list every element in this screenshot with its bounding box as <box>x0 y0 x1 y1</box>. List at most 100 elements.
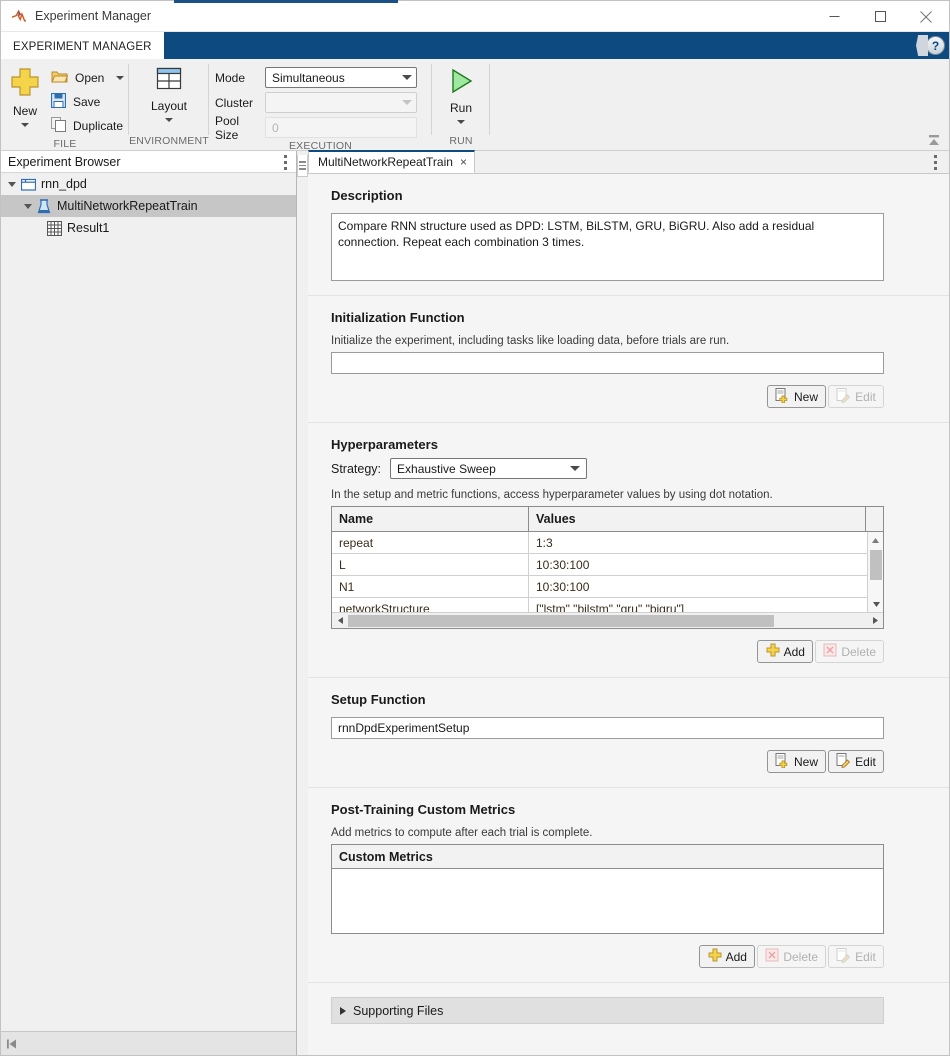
matlab-icon <box>11 8 27 24</box>
minimize-button[interactable] <box>811 1 857 32</box>
experiment-flask-icon <box>35 199 53 214</box>
new-button[interactable]: New <box>1 64 49 127</box>
window-controls <box>811 1 949 32</box>
maximize-button[interactable] <box>857 1 903 32</box>
ribbon-group-run-label: RUN <box>432 135 490 151</box>
cell-name[interactable]: networkStructure <box>332 598 529 612</box>
description-textarea[interactable]: Compare RNN structure used as DPD: LSTM,… <box>331 213 884 281</box>
tab-multinetworkrepeattrain[interactable]: MultiNetworkRepeatTrain × <box>308 150 475 173</box>
column-header-values[interactable]: Values <box>529 507 866 531</box>
panel-splitter[interactable] <box>297 151 308 1055</box>
table-row[interactable]: N1 10:30:100 <box>332 576 883 598</box>
initialization-new-button[interactable]: New <box>767 385 826 408</box>
table-row[interactable]: networkStructure ["lstm" "bilstm" "gru" … <box>332 598 883 612</box>
table-row[interactable]: repeat 1:3 <box>332 532 883 554</box>
cell-values[interactable]: 10:30:100 <box>529 554 883 575</box>
setup-new-button[interactable]: New <box>767 750 826 773</box>
tree-node-multinetworkrepeattrain[interactable]: MultiNetworkRepeatTrain <box>1 195 296 217</box>
results-table-icon <box>45 221 63 236</box>
scroll-up-arrow-icon[interactable] <box>868 532 883 548</box>
scroll-down-arrow-icon[interactable] <box>868 596 883 612</box>
open-dropdown-caret-icon[interactable] <box>116 76 124 80</box>
help-button[interactable]: ? <box>907 35 945 56</box>
hyperparameters-delete-button[interactable]: Delete <box>815 640 884 663</box>
supporting-files-accordion[interactable]: Supporting Files <box>331 997 884 1024</box>
expand-collapse-triangle-icon[interactable] <box>21 204 35 209</box>
open-button-label: Open <box>75 71 104 85</box>
close-button[interactable] <box>903 1 949 32</box>
cell-values[interactable]: 10:30:100 <box>529 576 883 597</box>
plus-icon <box>766 643 780 660</box>
cell-name[interactable]: N1 <box>332 576 529 597</box>
horizontal-scroll-thumb[interactable] <box>348 615 774 627</box>
window-title: Experiment Manager <box>35 9 151 23</box>
tree-node-rnn-dpd[interactable]: rnn_dpd <box>1 173 296 195</box>
layout-button[interactable]: Layout <box>151 64 187 122</box>
strategy-dropdown[interactable]: Exhaustive Sweep <box>390 458 587 479</box>
section-setup-function: Setup Function rnnDpdExperimentSetup <box>308 678 949 788</box>
layout-dropdown-caret-icon[interactable] <box>165 118 173 122</box>
expand-triangle-icon <box>340 1007 346 1015</box>
cell-name[interactable]: L <box>332 554 529 575</box>
column-header-spacer <box>866 507 883 531</box>
browser-options-kebab-icon[interactable] <box>283 155 287 170</box>
scroll-left-arrow-icon[interactable] <box>332 616 348 625</box>
description-title: Description <box>331 188 926 203</box>
horizontal-scroll-track[interactable] <box>348 614 867 628</box>
initialization-edit-button[interactable]: Edit <box>828 385 884 408</box>
main-area: Experiment Browser rnn_dpd <box>1 151 949 1055</box>
splitter-grip-icon[interactable] <box>297 155 308 177</box>
hyperparameters-add-label: Add <box>784 645 805 659</box>
section-description: Description Compare RNN structure used a… <box>308 174 949 296</box>
new-dropdown-caret-icon[interactable] <box>21 123 29 127</box>
experiment-browser-header: Experiment Browser <box>1 151 296 173</box>
pool-size-input[interactable]: 0 <box>265 117 417 138</box>
collapse-panel-icon[interactable] <box>1 1033 23 1055</box>
tree-node-result1[interactable]: Result1 <box>1 217 296 239</box>
cluster-dropdown[interactable] <box>265 92 417 113</box>
column-header-custom-metrics[interactable]: Custom Metrics <box>332 845 883 869</box>
scroll-right-arrow-icon[interactable] <box>867 616 883 625</box>
custom-metrics-table-body[interactable] <box>332 869 883 933</box>
hyperparameters-vertical-scrollbar[interactable] <box>867 532 883 612</box>
tab-experiment-manager[interactable]: EXPERIMENT MANAGER <box>1 32 164 59</box>
hyperparameters-help-text: In the setup and metric functions, acces… <box>331 489 926 501</box>
table-row[interactable]: L 10:30:100 <box>332 554 883 576</box>
metrics-add-button[interactable]: Add <box>699 945 755 968</box>
close-icon[interactable]: × <box>460 156 467 168</box>
edit-pencil-icon <box>836 753 851 771</box>
hyperparameters-add-button[interactable]: Add <box>757 640 813 663</box>
vertical-scroll-thumb[interactable] <box>870 550 882 580</box>
duplicate-button-label: Duplicate <box>73 119 123 133</box>
document-options-kebab-icon[interactable] <box>933 155 937 170</box>
ribbon-collapse-icon[interactable] <box>927 133 941 147</box>
run-button-label: Run <box>450 101 472 115</box>
column-header-name[interactable]: Name <box>332 507 529 531</box>
expand-collapse-triangle-icon[interactable] <box>5 182 19 187</box>
metrics-edit-label: Edit <box>855 950 876 964</box>
run-dropdown-caret-icon[interactable] <box>457 120 465 124</box>
initialization-edit-label: Edit <box>855 390 876 404</box>
initialization-title: Initialization Function <box>331 310 926 325</box>
open-button[interactable]: Open <box>49 66 126 90</box>
cell-values[interactable]: ["lstm" "bilstm" "gru" "bigru"] <box>529 598 883 612</box>
hyperparameters-horizontal-scrollbar[interactable] <box>332 612 883 628</box>
run-button[interactable]: Run <box>446 64 476 124</box>
cluster-label: Cluster <box>215 96 265 110</box>
setup-edit-button[interactable]: Edit <box>828 750 884 773</box>
cell-values[interactable]: 1:3 <box>529 532 883 553</box>
document-tab-bar: MultiNetworkRepeatTrain × <box>308 151 949 174</box>
setup-edit-label: Edit <box>855 755 876 769</box>
metrics-edit-button[interactable]: Edit <box>828 945 884 968</box>
save-button[interactable]: Save <box>49 90 126 114</box>
setup-function-input[interactable]: rnnDpdExperimentSetup <box>331 717 884 739</box>
metrics-delete-button[interactable]: Delete <box>757 945 826 968</box>
mode-dropdown[interactable]: Simultaneous <box>265 67 417 88</box>
delete-x-icon <box>823 643 837 660</box>
initialization-function-input[interactable] <box>331 352 884 374</box>
ribbon-group-file-label: FILE <box>1 138 129 151</box>
duplicate-button[interactable]: Duplicate <box>49 114 126 138</box>
pool-size-value: 0 <box>272 121 279 135</box>
cell-name[interactable]: repeat <box>332 532 529 553</box>
tree-node-label: rnn_dpd <box>41 177 87 191</box>
